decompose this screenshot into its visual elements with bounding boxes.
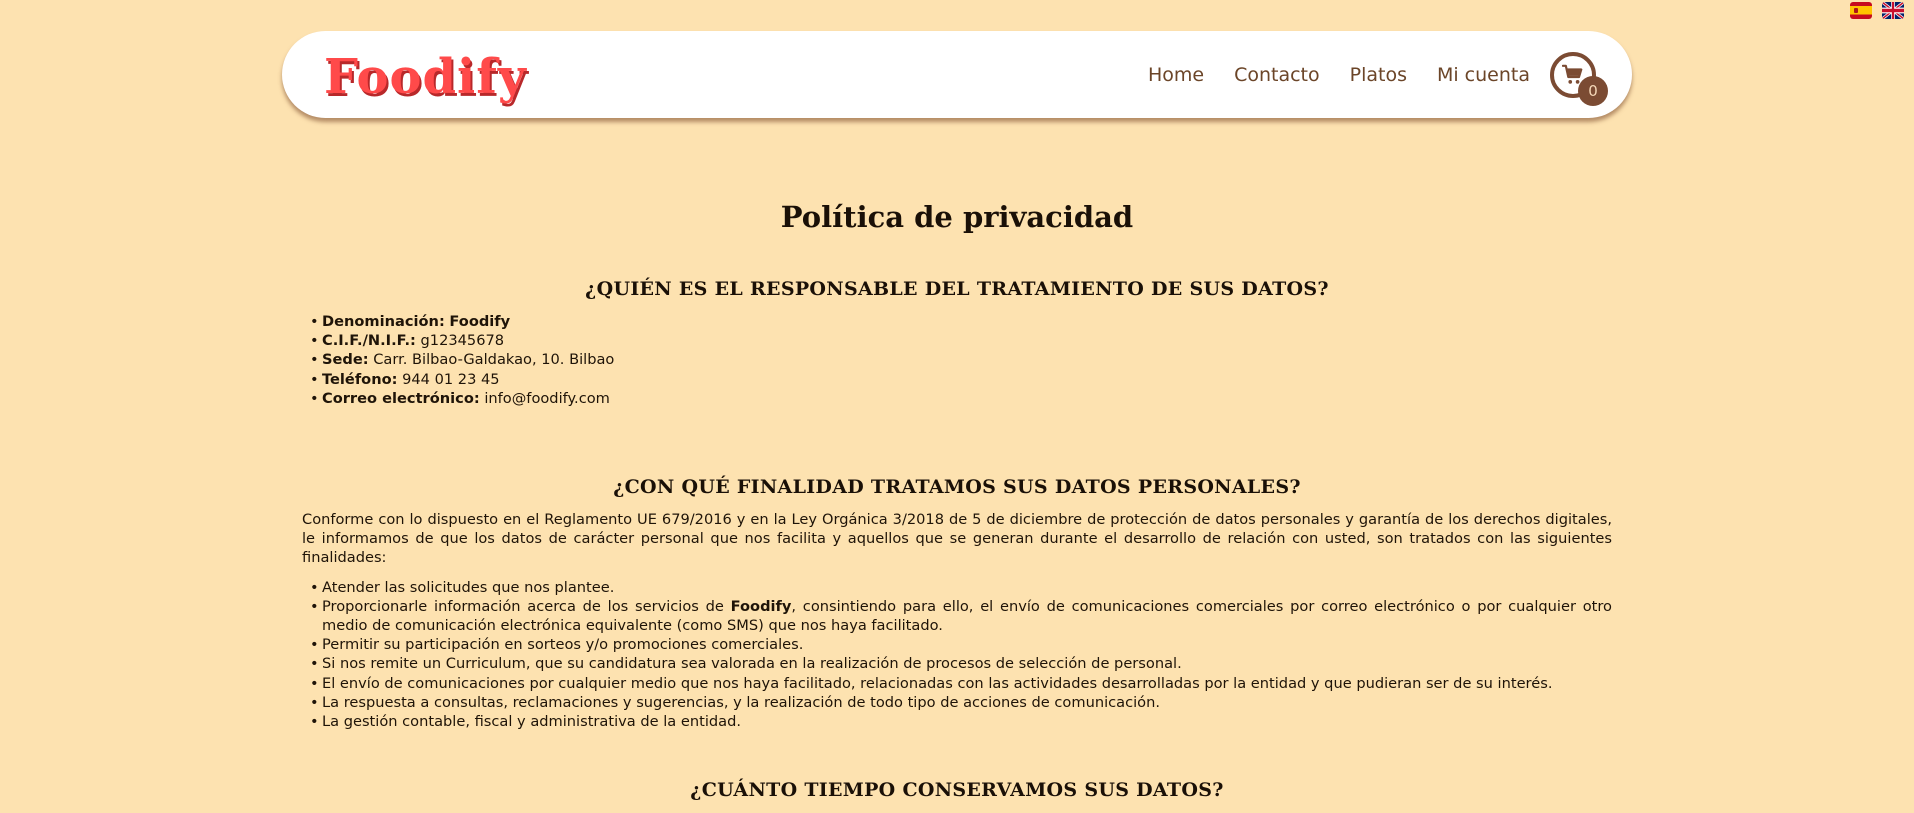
cart-button[interactable]: 0	[1550, 51, 1608, 106]
responsible-info-list: Denominación: Foodify C.I.F./N.I.F.: g12…	[302, 312, 1612, 408]
responsible-section: ¿QUIÉN ES EL RESPONSABLE DEL TRATAMIENTO…	[302, 278, 1612, 408]
spain-flag-icon[interactable]	[1850, 2, 1872, 19]
nav-contacto-link[interactable]: Contacto	[1234, 64, 1320, 86]
list-item: Si nos remite un Curriculum, que su cand…	[310, 654, 1612, 673]
main-nav: Home Contacto Platos Mi cuenta 0	[1148, 51, 1608, 106]
list-item: La gestión contable, fiscal y administra…	[310, 712, 1612, 731]
info-value: 944 01 23 45	[402, 370, 500, 388]
info-label: C.I.F./N.I.F.:	[322, 332, 416, 350]
list-item: Teléfono: 944 01 23 45	[310, 370, 1612, 389]
list-item-text: Proporcionarle información acerca de los…	[322, 597, 731, 615]
responsible-section-title: ¿QUIÉN ES EL RESPONSABLE DEL TRATAMIENTO…	[585, 278, 1329, 300]
list-item: Sede: Carr. Bilbao-Galdakao, 10. Bilbao	[310, 350, 1612, 369]
list-item: El envío de comunicaciones por cualquier…	[310, 674, 1612, 693]
cart-count-badge: 0	[1578, 75, 1608, 106]
info-value: g12345678	[420, 332, 505, 350]
purpose-section-title: ¿CON QUÉ FINALIDAD TRATAMOS SUS DATOS PE…	[613, 476, 1301, 499]
list-item: C.I.F./N.I.F.: g12345678	[310, 331, 1612, 350]
info-label: Teléfono:	[322, 370, 398, 388]
retention-section-title: ¿CUÁNTO TIEMPO CONSERVAMOS SUS DATOS?	[690, 779, 1224, 802]
list-item: Atender las solicitudes que nos plantee.	[310, 578, 1612, 597]
info-value: Foodify	[449, 313, 511, 330]
nav-platos-link[interactable]: Platos	[1350, 64, 1407, 86]
info-label: Sede:	[322, 351, 369, 369]
retention-section: ¿CUÁNTO TIEMPO CONSERVAMOS SUS DATOS?	[302, 779, 1612, 801]
info-value: Carr. Bilbao-Galdakao, 10. Bilbao	[373, 351, 615, 369]
foodify-logo[interactable]: Foodify	[324, 53, 527, 101]
info-label: Denominación:	[322, 313, 445, 330]
language-switcher	[1850, 2, 1904, 19]
list-item: Proporcionarle información acerca de los…	[310, 597, 1612, 635]
main-navbar: Foodify Home Contacto Platos Mi cuenta 0	[282, 31, 1632, 118]
list-item: Correo electrónico: info@foodify.com	[310, 389, 1612, 408]
brand-name: Foodify	[730, 597, 792, 615]
info-value: info@foodify.com	[484, 389, 610, 407]
nav-mi-cuenta-link[interactable]: Mi cuenta	[1437, 64, 1530, 86]
purpose-section: ¿CON QUÉ FINALIDAD TRATAMOS SUS DATOS PE…	[302, 476, 1612, 731]
page-title: Política de privacidad	[780, 200, 1134, 234]
purpose-intro-paragraph: Conforme con lo dispuesto en el Reglamen…	[302, 511, 1612, 567]
info-label: Correo electrónico:	[322, 389, 480, 407]
privacy-policy-content: Política de privacidad ¿QUIÉN ES EL RESP…	[302, 200, 1612, 813]
uk-flag-icon[interactable]	[1882, 2, 1904, 19]
nav-home-link[interactable]: Home	[1148, 64, 1204, 86]
list-item: La respuesta a consultas, reclamaciones …	[310, 693, 1612, 712]
list-item: Denominación: Foodify	[310, 312, 1612, 331]
purpose-list: Atender las solicitudes que nos plantee.…	[302, 578, 1612, 732]
list-item: Permitir su participación en sorteos y/o…	[310, 635, 1612, 654]
